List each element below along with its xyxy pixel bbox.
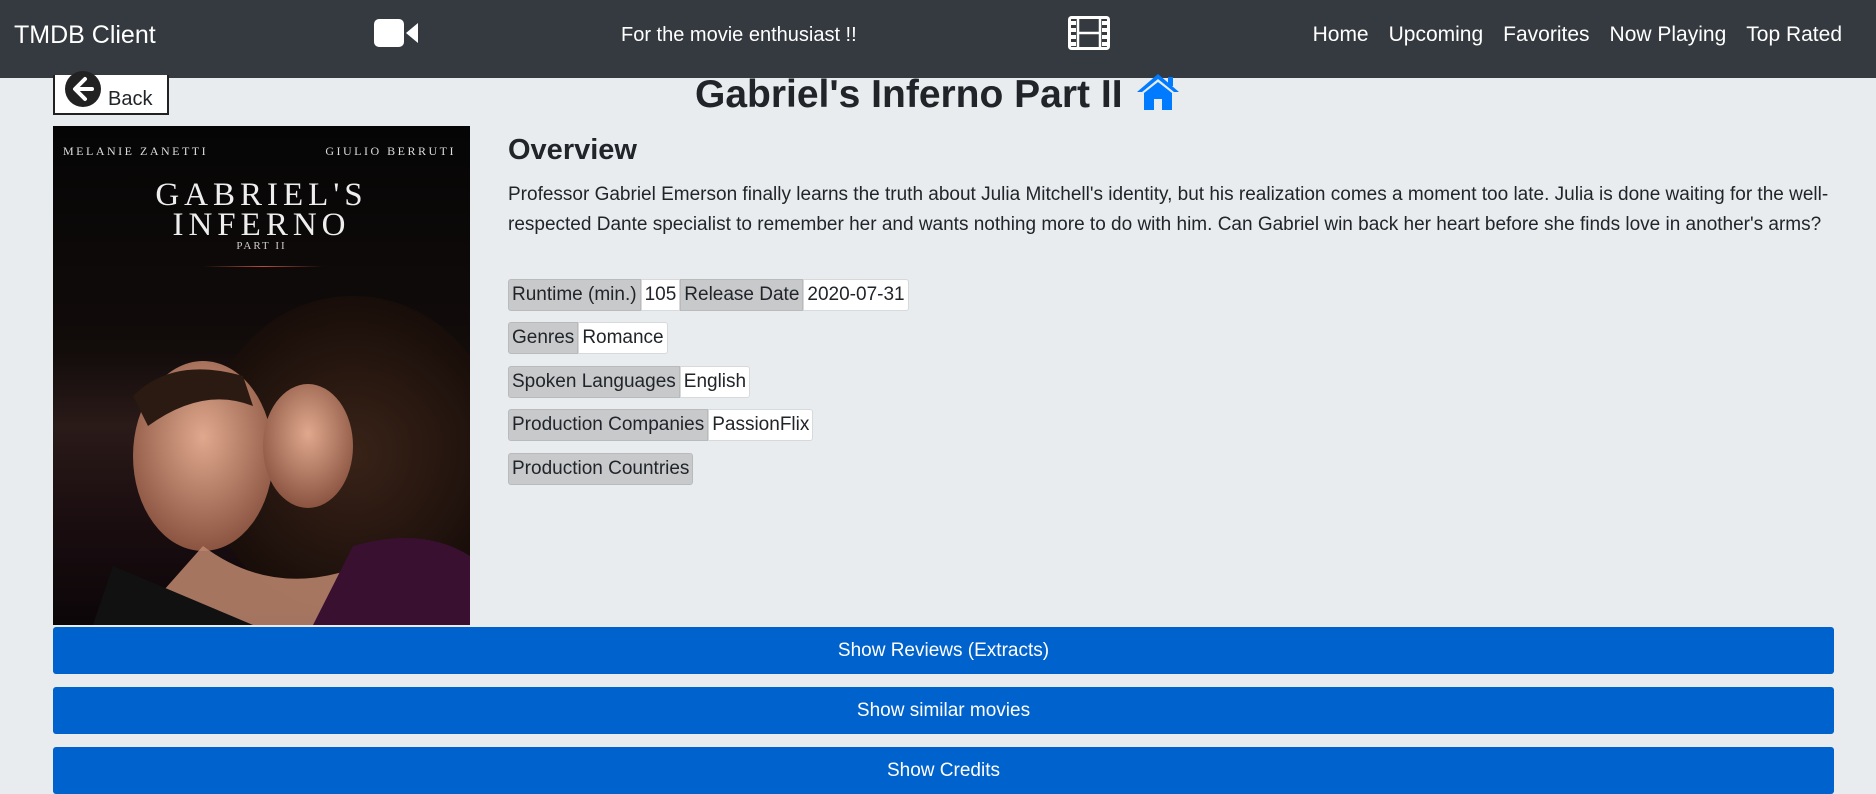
release-date-label: Release Date [680,279,804,311]
video-camera-icon [374,19,418,47]
overview-heading: Overview [508,134,637,166]
nav-now-playing[interactable]: Now Playing [1610,22,1727,48]
show-reviews-button[interactable]: Show Reviews (Extracts) [53,627,1834,674]
nav-top-rated[interactable]: Top Rated [1746,22,1842,48]
nav-favorites[interactable]: Favorites [1503,22,1589,48]
runtime-release-row: Runtime (min.) 105 Release Date 2020-07-… [508,279,909,311]
genres-value: Romance [578,322,668,354]
countries-label: Production Countries [508,453,694,485]
overview-text: Professor Gabriel Emerson finally learns… [508,184,1829,235]
languages-label: Spoken Languages [508,366,680,398]
movie-title-bar: Gabriel's Inferno Part II [0,73,1876,117]
movie-title: Gabriel's Inferno Part II [694,73,1123,116]
nav-home[interactable]: Home [1313,22,1369,48]
show-similar-button[interactable]: Show similar movies [53,687,1834,734]
nav-links: Home Upcoming Favorites Now Playing Top … [1313,22,1842,48]
show-credits-button[interactable]: Show Credits [53,747,1834,794]
companies-label: Production Companies [508,409,709,441]
tagline: For the movie enthusiast !! [621,24,857,46]
runtime-label: Runtime (min.) [508,279,641,311]
countries-row: Production Countries [508,453,694,485]
companies-row: Production Companies PassionFlix [508,409,814,441]
poster-couple-image [93,296,470,625]
languages-value: English [679,366,751,398]
navbar: TMDB Client For the movie enthusiast !! … [0,0,1876,78]
film-icon [1068,16,1110,50]
movie-poster: MELANIE ZANETTI GIULIO BERRUTI GABRIEL'S… [53,126,470,625]
home-icon[interactable] [1135,72,1181,112]
release-date-value: 2020-07-31 [803,279,909,311]
brand-title[interactable]: TMDB Client [14,20,156,50]
genres-row: Genres Romance [508,322,668,354]
languages-row: Spoken Languages English [508,366,751,398]
companies-value: PassionFlix [708,409,814,441]
nav-upcoming[interactable]: Upcoming [1389,22,1484,48]
genres-label: Genres [508,322,579,354]
runtime-value: 105 [640,279,681,311]
